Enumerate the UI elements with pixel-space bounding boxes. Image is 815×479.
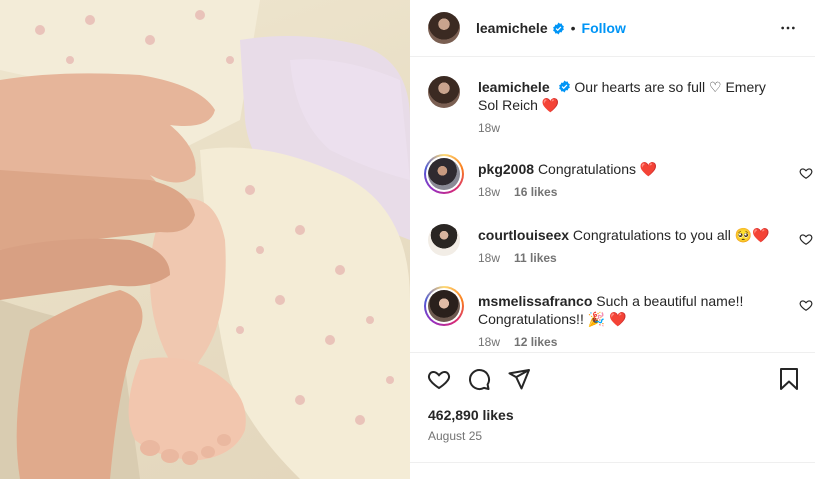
commenter-avatar[interactable] [428, 224, 460, 256]
comment-likes[interactable]: 11 likes [514, 251, 557, 265]
comment-meta: 18w 12 likes [478, 335, 557, 349]
divider [410, 462, 815, 463]
bookmark-icon[interactable] [777, 367, 801, 391]
separator-dot: • [570, 20, 576, 36]
comment-age: 18w [478, 185, 501, 199]
author-username[interactable]: leamichele [476, 20, 548, 36]
post-image[interactable] [0, 0, 410, 479]
verified-badge-icon [552, 22, 564, 34]
caption-meta: 18w [478, 121, 500, 135]
comment-username[interactable]: pkg2008 [478, 161, 534, 177]
follow-button[interactable]: Follow [582, 20, 626, 36]
caption-text-block: leamichele Our hearts are so full ♡ Emer… [478, 78, 788, 114]
post-header: leamichele • Follow [410, 0, 815, 57]
caption-avatar[interactable] [428, 76, 460, 108]
comment-age: 18w [478, 251, 501, 265]
more-options-icon[interactable] [779, 20, 797, 36]
comment-text: Congratulations to you all 🥺❤️ [572, 227, 770, 243]
comments-section[interactable]: leamichele Our hearts are so full ♡ Emer… [410, 58, 815, 351]
share-icon[interactable] [507, 367, 531, 391]
comment-icon[interactable] [467, 367, 491, 391]
heart-icon[interactable] [799, 232, 813, 246]
comment-likes[interactable]: 12 likes [514, 335, 557, 349]
post-actions: 462,890 likes August 25 [410, 352, 815, 479]
verified-badge-icon [558, 80, 570, 93]
commenter-avatar[interactable] [428, 290, 460, 322]
comment-age: 18w [478, 335, 501, 349]
comment-text-block: msmelissafranco Such a beautiful name!! … [478, 292, 788, 328]
comment-text-block: courtlouiseex Congratulations to you all… [478, 226, 788, 244]
likes-count[interactable]: 462,890 likes [428, 407, 514, 423]
post-date: August 25 [428, 429, 483, 443]
post-details-panel: leamichele • Follow leamichele Our heart… [410, 0, 815, 479]
heart-icon[interactable] [799, 298, 813, 312]
comment-text: Congratulations ❤️ [537, 161, 658, 177]
comment-text-block: pkg2008 Congratulations ❤️ [478, 160, 788, 178]
caption-age: 18w [478, 121, 501, 135]
like-heart-icon[interactable] [427, 367, 451, 391]
comment-meta: 18w 16 likes [478, 185, 557, 199]
commenter-avatar[interactable] [428, 158, 460, 190]
comment-likes[interactable]: 16 likes [514, 185, 557, 199]
comment-meta: 18w 11 likes [478, 251, 557, 265]
comment-username[interactable]: msmelissafranco [478, 293, 592, 309]
heart-icon[interactable] [799, 166, 813, 180]
caption-username[interactable]: leamichele [478, 79, 550, 95]
author-avatar[interactable] [428, 12, 460, 44]
comment-username[interactable]: courtlouiseex [478, 227, 569, 243]
post-photo-illustration [0, 0, 410, 479]
